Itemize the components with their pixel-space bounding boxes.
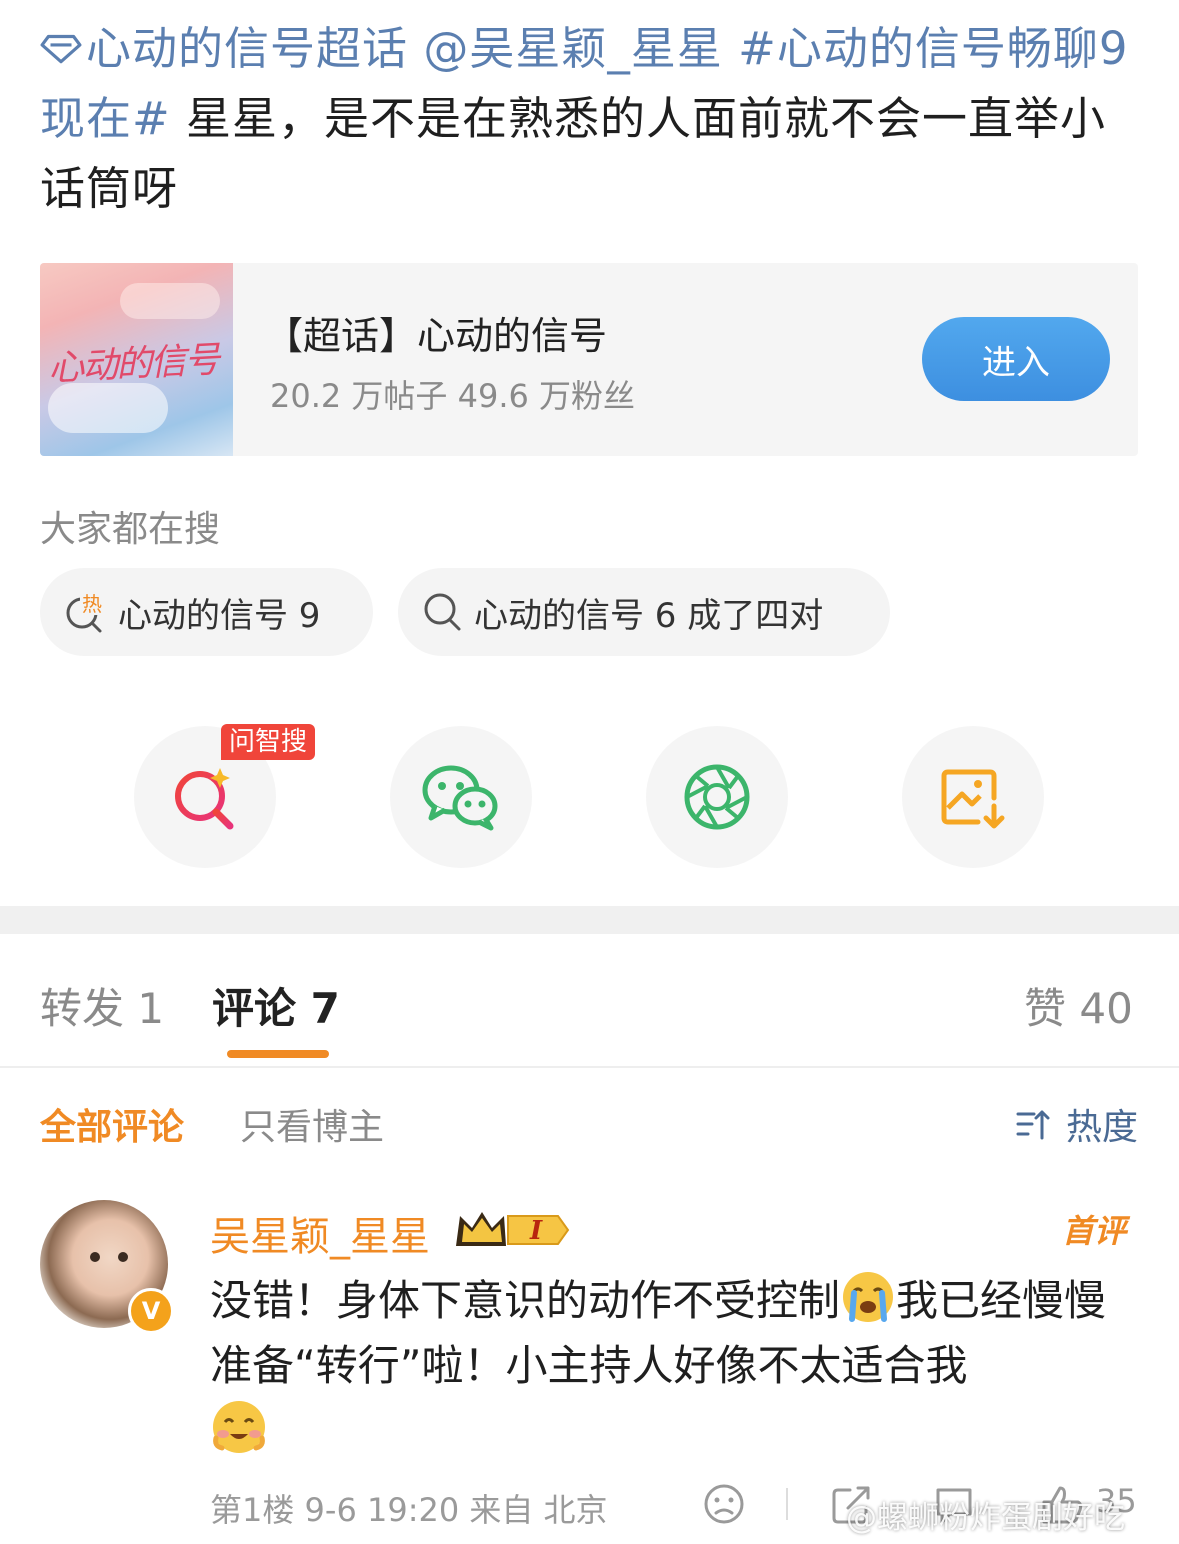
moments-icon (684, 764, 750, 830)
sort-button[interactable]: 热度 (1014, 1098, 1138, 1150)
tab-comments[interactable]: 评论 7 (212, 975, 340, 1036)
ai-search-badge: 问智搜 (221, 724, 316, 760)
comment-meta: 第1楼 9-6 19:20 来自 北京 (210, 1491, 608, 1529)
trending-search-title: 大家都在搜 (40, 509, 221, 550)
comment-username[interactable]: 吴星颖_星星 (210, 1204, 430, 1262)
super-topic-thumbnail: 心动的信号 (40, 263, 233, 456)
post-body: 星星，是不是在熟悉的人面前就不会一直举小话筒呀 (40, 92, 1107, 215)
filter-all-comments[interactable]: 全部评论 (40, 1098, 184, 1150)
card-title: 【超话】心动的信号 (265, 314, 608, 358)
tab-likes[interactable]: 赞 40 (1024, 975, 1133, 1036)
search-chip-2-label: 心动的信号 6 成了四对 (474, 595, 824, 636)
super-topic-link[interactable]: 心动的信号超话 (86, 22, 408, 75)
search-chip-1-label: 心动的信号 9 (118, 595, 321, 636)
search-icon (424, 593, 461, 631)
ai-search-icon (175, 768, 234, 830)
hot-icon-text: 热 (82, 592, 102, 616)
tab-repost[interactable]: 转发 1 (40, 975, 164, 1036)
super-topic-card[interactable]: 心动的信号 【超话】心动的信号 20.2 万帖子 49.6 万粉丝 进入 (40, 263, 1138, 456)
save-image-icon (941, 769, 1005, 829)
watermark: @螺蛳粉炸蛋剧好吃 (846, 1500, 1125, 1536)
section-divider (0, 906, 1179, 934)
blushing-face-icon (213, 1401, 265, 1453)
sort-icon (1016, 1110, 1050, 1140)
meta-divider (786, 1488, 788, 1520)
mention-link[interactable]: @吴星颖_星星 (423, 22, 723, 75)
post-text: 心动的信号超话 @吴星颖_星星 #心动的信号畅聊9现在# 星星，是不是在熟悉的人… (40, 14, 1140, 224)
enter-button[interactable]: 进入 (922, 317, 1110, 401)
comment-text: 没错！身体下意识的动作不受控制 我已经慢慢准备“转行”啦！小主持人好像不太适合我 (210, 1268, 1140, 1464)
search-chip-1[interactable]: 热 心动的信号 9 (40, 568, 373, 656)
verified-badge: V (128, 1288, 174, 1334)
moments-share-button[interactable] (646, 726, 788, 868)
super-topic-diamond-icon (40, 34, 82, 64)
dislike-icon[interactable] (702, 1482, 746, 1526)
comment-text-part1: 没错！身体下意识的动作不受控制 (210, 1276, 841, 1325)
search-chip-2[interactable]: 心动的信号 6 成了四对 (398, 568, 890, 656)
thumbnail-logo: 心动的信号 (47, 339, 220, 390)
wechat-share-button[interactable] (390, 726, 532, 868)
save-image-button[interactable] (902, 726, 1044, 868)
active-tab-indicator (227, 1050, 329, 1058)
crying-face-icon (843, 1272, 894, 1322)
member-level: I (529, 1216, 543, 1246)
first-comment-badge: 首评 (1062, 1212, 1127, 1250)
filter-author-only[interactable]: 只看博主 (240, 1098, 384, 1150)
card-stats: 20.2 万帖子 49.6 万粉丝 (270, 377, 636, 415)
member-crown-icon: I (456, 1212, 570, 1246)
hot-search-icon: 热 (66, 591, 104, 633)
sort-label: 热度 (1066, 1107, 1139, 1148)
tabs-divider (0, 1066, 1179, 1068)
wechat-icon (422, 765, 498, 831)
